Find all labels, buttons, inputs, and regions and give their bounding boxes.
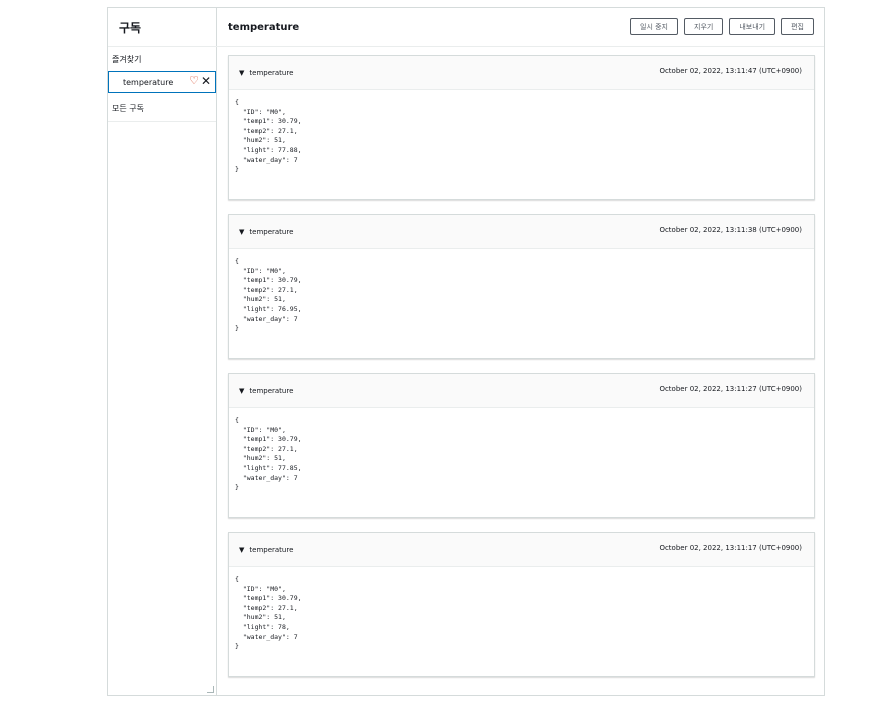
- caret-down-icon[interactable]: ▼: [239, 69, 244, 77]
- message-header[interactable]: ▼ temperature October 02, 2022, 13:11:38…: [229, 215, 814, 249]
- message-topic: temperature: [249, 68, 294, 77]
- message-header[interactable]: ▼ temperature October 02, 2022, 13:11:27…: [229, 374, 814, 408]
- message-card: ▼ temperature October 02, 2022, 13:11:38…: [228, 214, 815, 359]
- message-header[interactable]: ▼ temperature October 02, 2022, 13:11:47…: [229, 56, 814, 90]
- sidebar: 구독 즐겨찾기 temperature ♡ ✕ 모든 구독: [108, 8, 217, 695]
- pause-button[interactable]: 일시 중지: [630, 18, 679, 35]
- heart-icon[interactable]: ♡: [189, 75, 199, 87]
- message-topic: temperature: [249, 545, 294, 554]
- sidebar-title: 구독: [108, 8, 216, 47]
- clear-button[interactable]: 지우기: [684, 18, 724, 35]
- caret-down-icon[interactable]: ▼: [239, 546, 244, 554]
- message-payload: { "ID": "M0", "temp1": 30.79, "temp2": 2…: [235, 257, 302, 333]
- resize-handle[interactable]: [207, 686, 214, 693]
- message-payload: { "ID": "M0", "temp1": 30.79, "temp2": 2…: [235, 416, 302, 492]
- caret-down-icon[interactable]: ▼: [239, 228, 244, 236]
- app-window: 구독 즐겨찾기 temperature ♡ ✕ 모든 구독 temperatur…: [107, 7, 825, 696]
- message-card: ▼ temperature October 02, 2022, 13:11:27…: [228, 373, 815, 518]
- message-payload: { "ID": "M0", "temp1": 30.79, "temp2": 2…: [235, 575, 302, 651]
- message-card: ▼ temperature October 02, 2022, 13:11:47…: [228, 55, 815, 200]
- caret-down-icon[interactable]: ▼: [239, 387, 244, 395]
- message-card: ▼ temperature October 02, 2022, 13:11:17…: [228, 532, 815, 677]
- message-topic: temperature: [249, 386, 294, 395]
- favorite-subscription-label: temperature: [123, 77, 174, 87]
- favorites-section-label: 즐겨찾기: [112, 54, 142, 64]
- edit-button[interactable]: 편집: [781, 18, 814, 35]
- export-button[interactable]: 내보내기: [729, 18, 776, 35]
- all-subscriptions-item[interactable]: 모든 구독: [108, 95, 216, 122]
- message-topic: temperature: [249, 227, 294, 236]
- message-timestamp: October 02, 2022, 13:11:47 (UTC+0900): [659, 67, 802, 75]
- close-icon[interactable]: ✕: [201, 75, 211, 87]
- message-header[interactable]: ▼ temperature October 02, 2022, 13:11:17…: [229, 533, 814, 567]
- page-title: temperature: [228, 21, 300, 33]
- main-header: temperature 일시 중지 지우기 내보내기 편집: [216, 8, 824, 47]
- favorite-subscription-item[interactable]: temperature ♡ ✕: [108, 71, 216, 93]
- toolbar: 일시 중지 지우기 내보내기 편집: [630, 18, 814, 35]
- main-panel: temperature 일시 중지 지우기 내보내기 편집 ▼ temperat…: [216, 8, 824, 695]
- message-timestamp: October 02, 2022, 13:11:38 (UTC+0900): [659, 226, 802, 234]
- message-timestamp: October 02, 2022, 13:11:17 (UTC+0900): [659, 544, 802, 552]
- favorite-item-actions: ♡ ✕: [189, 75, 211, 88]
- message-timestamp: October 02, 2022, 13:11:27 (UTC+0900): [659, 385, 802, 393]
- message-payload: { "ID": "M0", "temp1": 30.79, "temp2": 2…: [235, 98, 302, 174]
